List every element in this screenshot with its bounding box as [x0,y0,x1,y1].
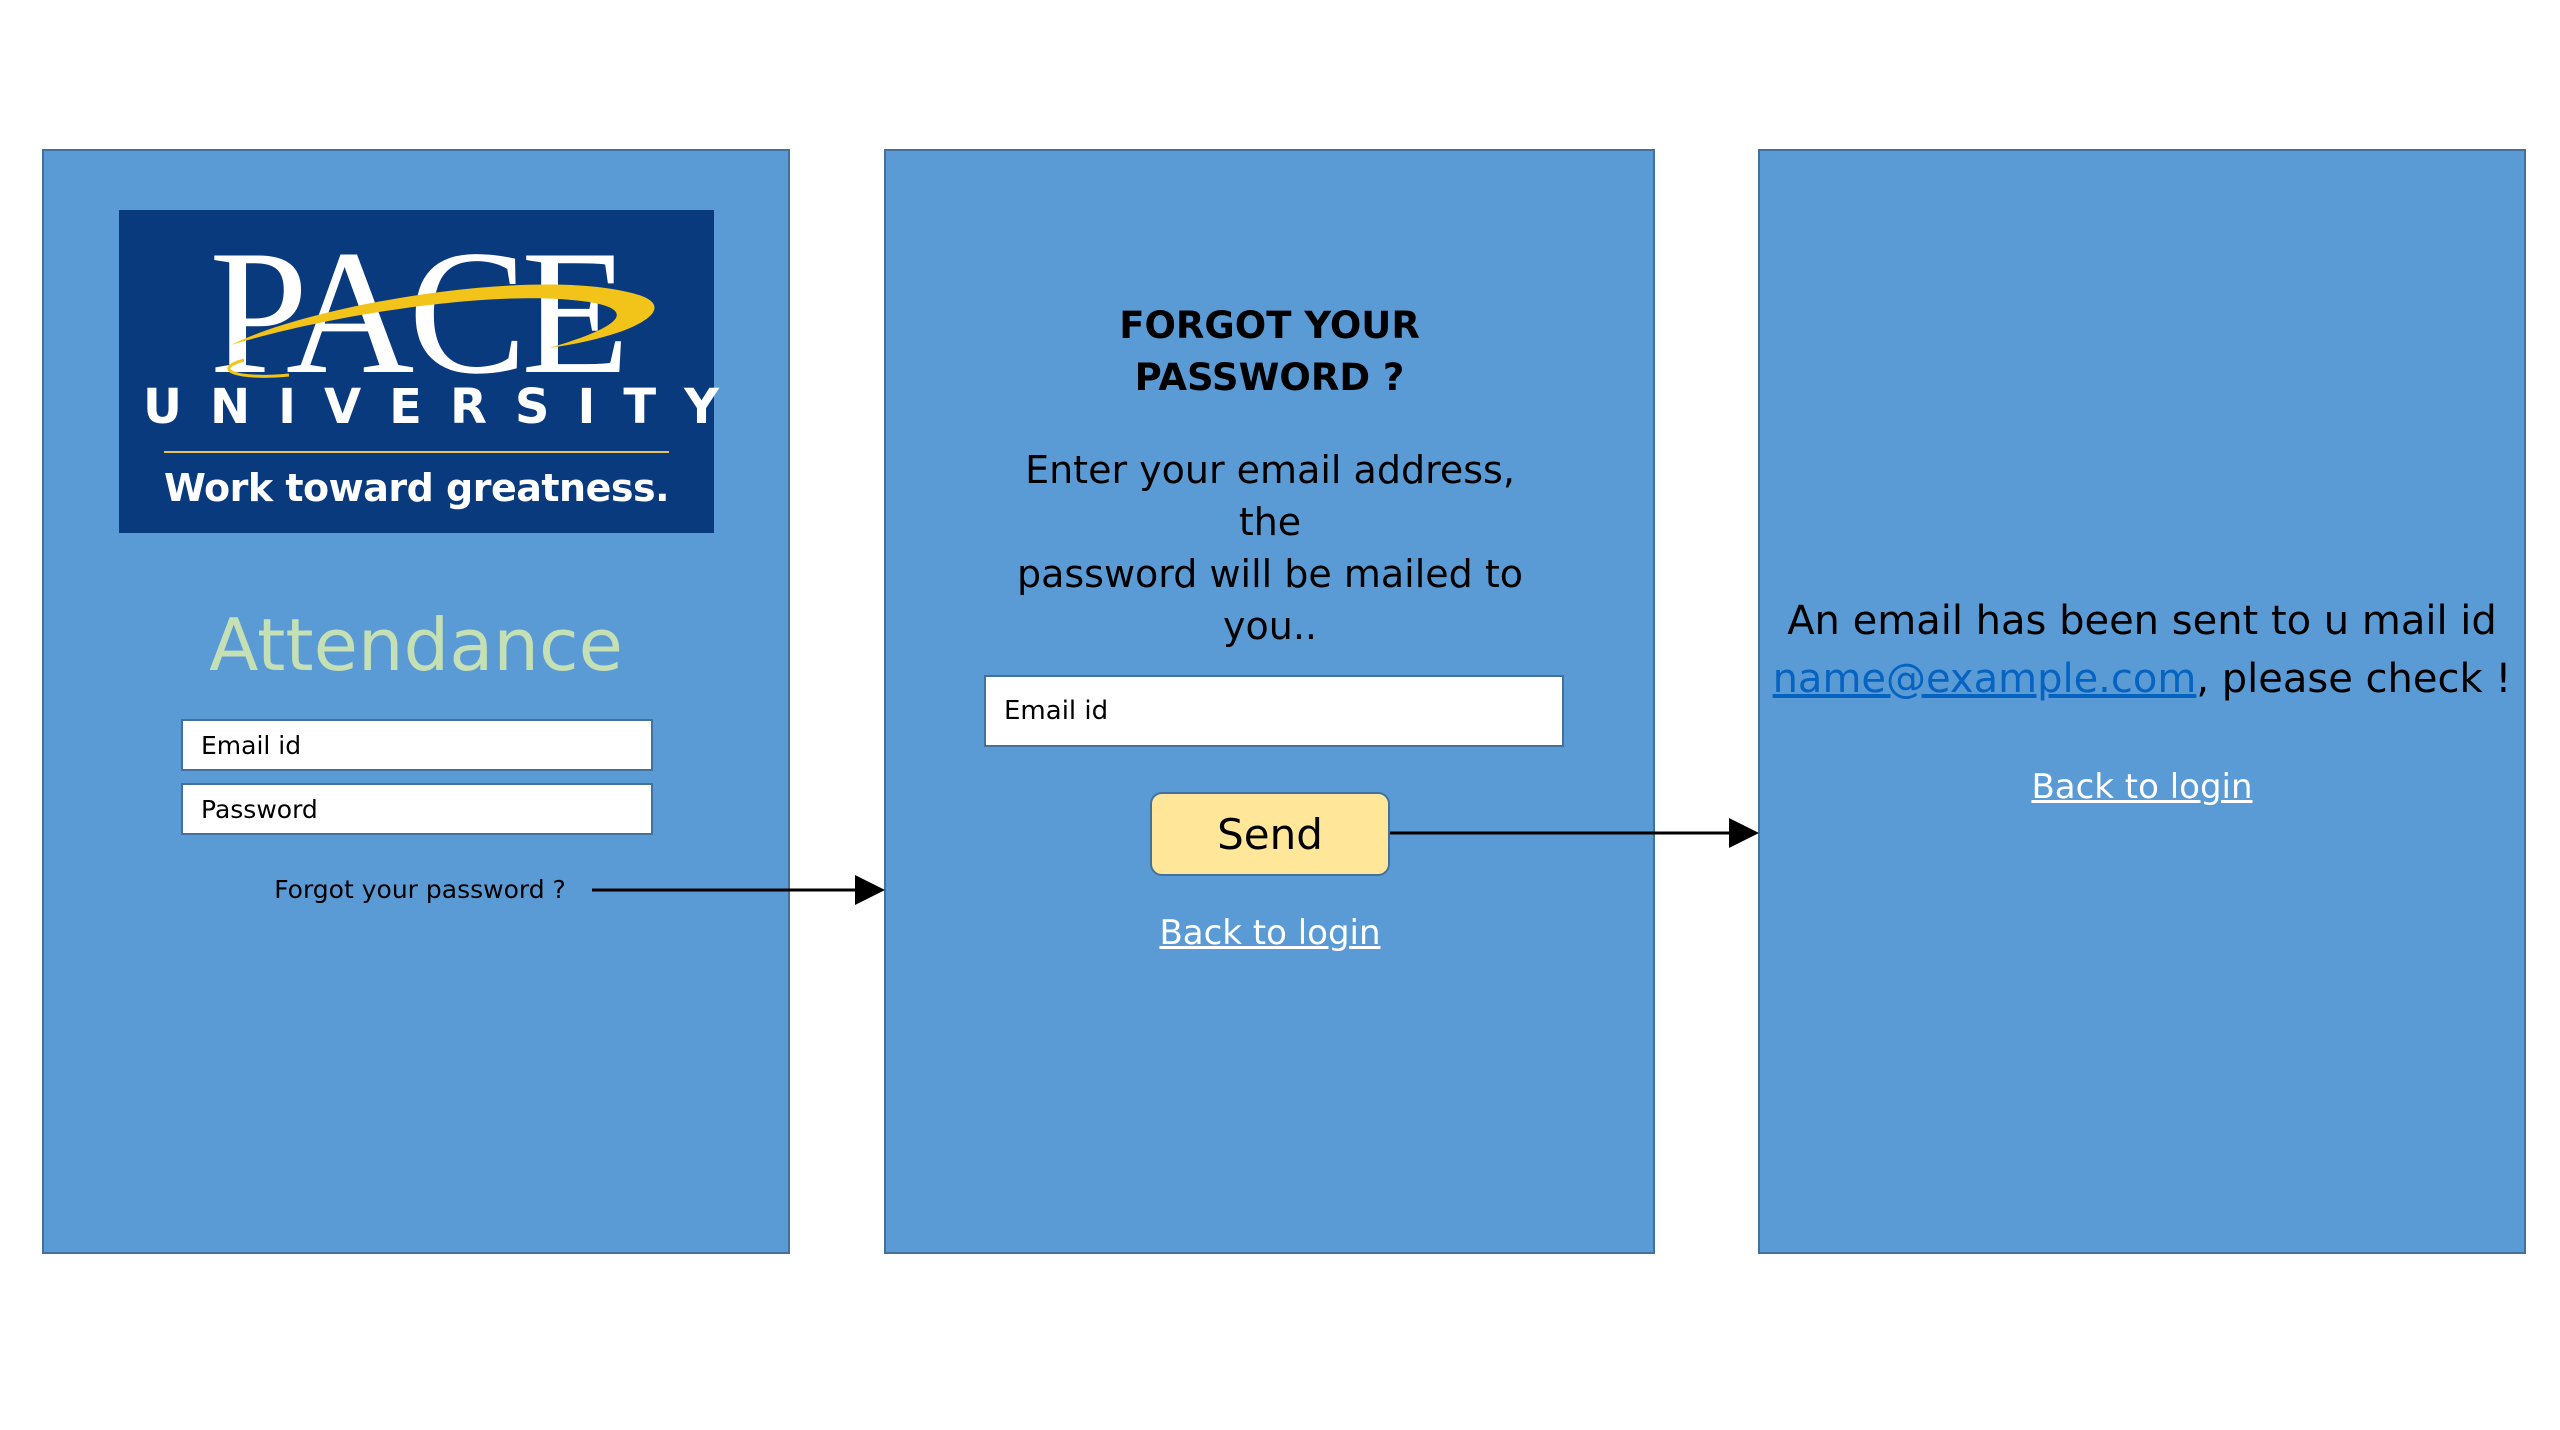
instructions-line-2: password will be mailed to [1016,552,1524,596]
login-email-field[interactable]: Email id [181,719,653,771]
sent-message-line-1: An email has been sent to u mail id [1787,598,2497,644]
forgot-title-line-1: FORGOT YOUR [1119,304,1420,347]
pace-university-logo: PACE UNIVERSITY Work toward greatness. [119,210,747,533]
forgot-password-title: FORGOT YOUR PASSWORD ? [884,300,1655,404]
email-sent-message: An email has been sent to u mail id name… [1758,592,2526,708]
login-password-field[interactable]: Password [181,783,653,835]
back-to-login-link[interactable]: Back to login [1070,910,1470,956]
storyboard-canvas: PACE UNIVERSITY Work toward greatness. A… [0,0,2560,1430]
forgot-password-instructions: Enter your email address, the password w… [1000,444,1540,652]
back-to-login-link-sent[interactable]: Back to login [1942,764,2342,810]
forgot-password-link[interactable]: Forgot your password ? [220,873,620,907]
send-button[interactable]: Send [1150,792,1390,876]
instructions-line-3: you.. [1223,604,1317,648]
logo-university-text: UNIVERSITY [143,379,747,435]
instructions-line-1: Enter your email address, the [1025,448,1515,544]
logo-tagline: Work toward greatness. [163,466,670,510]
sent-message-line-2: name@example.com, please check ! [1758,650,2526,708]
sent-email-link[interactable]: name@example.com [1773,656,2197,702]
forgot-email-field[interactable]: Email id [984,675,1564,747]
app-title: Attendance [209,603,623,687]
logo-divider [164,451,669,453]
sent-message-suffix: , please check ! [2196,656,2512,702]
forgot-title-line-2: PASSWORD ? [1134,356,1405,399]
